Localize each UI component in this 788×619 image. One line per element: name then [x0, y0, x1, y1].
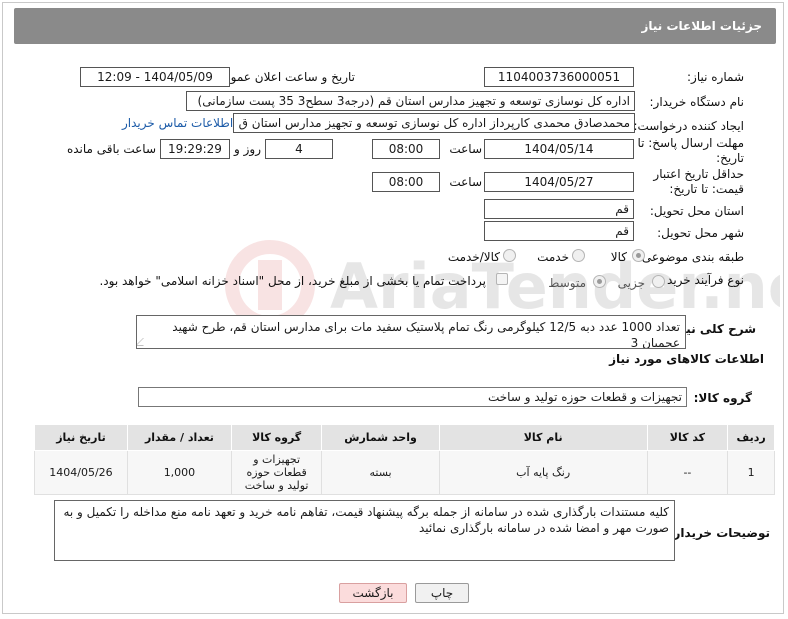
- deadline-label: مهلت ارسال پاسخ: تا تاریخ:: [637, 136, 744, 165]
- process-radio-medium[interactable]: [593, 275, 606, 288]
- buyer-notes-text: کلیه مستندات بارگذاری شده در سامانه از ج…: [63, 505, 669, 535]
- requester-label: ایجاد کننده درخواست:: [633, 119, 744, 133]
- description-text: تعداد 1000 عدد دبه 12/5 کیلوگرمی رنگ تما…: [172, 320, 680, 349]
- print-button[interactable]: چاپ: [415, 583, 469, 603]
- goods-table-header: ردیف کد کالا نام کالا واحد شمارش گروه کا…: [34, 424, 775, 451]
- cell-code: --: [646, 450, 729, 495]
- validity-time-field: 08:00: [372, 172, 440, 192]
- col-name: نام کالا: [438, 424, 648, 451]
- process-label: نوع فرآیند خرید :: [659, 273, 744, 287]
- page-header: جزئیات اطلاعات نیاز: [14, 8, 776, 44]
- category-radio-service[interactable]: [572, 249, 585, 262]
- goods-table: ردیف کد کالا نام کالا واحد شمارش گروه کا…: [34, 424, 775, 495]
- buyer-org-field: اداره کل نوسازی توسعه و تجهیز مدارس استا…: [186, 91, 635, 111]
- goods-section-title: اطلاعات کالاهای مورد نیاز: [609, 352, 764, 366]
- description-textarea[interactable]: تعداد 1000 عدد دبه 12/5 کیلوگرمی رنگ تما…: [136, 315, 686, 349]
- buyer-org-label: نام دستگاه خریدار:: [649, 95, 745, 109]
- category-label: طبقه بندی موضوعی:: [637, 250, 744, 264]
- back-button[interactable]: بازگشت: [339, 583, 407, 603]
- city-field: قم: [484, 221, 634, 241]
- process-option-medium: متوسط: [548, 276, 586, 290]
- requester-field: محمدصادق محمدی کارپرداز اداره کل نوسازی …: [233, 113, 635, 133]
- table-row: 1 -- رنگ پایه آب بسته تجهیزات و قطعات حو…: [34, 450, 775, 495]
- province-field: قم: [484, 199, 634, 219]
- remaining-time-label: ساعت باقی مانده: [66, 142, 156, 156]
- validity-label: حداقل تاریخ اعتبار قیمت: تا تاریخ:: [653, 167, 744, 196]
- need-number-field: 1104003736000051: [484, 67, 634, 87]
- cell-group: تجهیزات و قطعات حوزه تولید و ساخت: [230, 450, 323, 495]
- validity-date-field: 1404/05/27: [484, 172, 634, 192]
- process-option-partial: جزیی: [617, 276, 645, 290]
- announce-label: تاریخ و ساعت اعلان عمومی:: [210, 70, 355, 84]
- cell-name: رنگ پایه آب: [438, 450, 648, 495]
- col-qty: تعداد / مقدار: [126, 424, 232, 451]
- col-date: تاریخ نیاز: [34, 424, 128, 451]
- category-option-service: خدمت: [537, 250, 569, 264]
- cell-date: 1404/05/26: [34, 450, 128, 495]
- col-group: گروه کالا: [230, 424, 323, 451]
- col-unit: واحد شمارش: [321, 424, 440, 451]
- remaining-time-field: 19:29:29: [160, 139, 230, 159]
- buyer-notes-textarea[interactable]: کلیه مستندات بارگذاری شده در سامانه از ج…: [54, 500, 675, 561]
- buyer-contact-link[interactable]: اطلاعات تماس خریدار: [122, 116, 233, 130]
- need-number-label: شماره نیاز:: [687, 70, 744, 84]
- resize-grip-icon[interactable]: [137, 338, 151, 346]
- deadline-time-field: 08:00: [372, 139, 440, 159]
- deadline-date-field: 1404/05/14: [484, 139, 634, 159]
- buyer-notes-label: توضیحات خریدار:: [668, 526, 770, 540]
- province-label: استان محل تحویل:: [649, 204, 744, 218]
- category-option-goods-service: کالا/خدمت: [447, 250, 500, 264]
- category-option-goods: کالا: [610, 250, 627, 264]
- cell-row: 1: [727, 450, 775, 495]
- process-radio-partial[interactable]: [652, 275, 665, 288]
- col-row: ردیف: [727, 424, 775, 451]
- treasury-payment-checkbox[interactable]: [496, 273, 508, 285]
- days-remaining-field: 4: [265, 139, 333, 159]
- cell-unit: بسته: [321, 450, 440, 495]
- goods-group-field: تجهیزات و قطعات حوزه تولید و ساخت: [138, 387, 687, 407]
- category-radio-goods[interactable]: [632, 249, 645, 262]
- announce-datetime-field: 1404/05/09 - 12:09: [80, 67, 230, 87]
- col-code: کد کالا: [646, 424, 729, 451]
- validity-time-label: ساعت: [449, 175, 482, 189]
- goods-group-label: گروه کالا:: [693, 391, 752, 405]
- city-label: شهر محل تحویل:: [657, 226, 744, 240]
- days-label: روز و: [234, 142, 261, 156]
- treasury-payment-note: پرداخت تمام یا بخشی از مبلغ خرید، از محل…: [99, 274, 486, 288]
- category-radio-goods-service[interactable]: [503, 249, 516, 262]
- deadline-time-label: ساعت: [449, 142, 482, 156]
- cell-qty: 1,000: [126, 450, 232, 495]
